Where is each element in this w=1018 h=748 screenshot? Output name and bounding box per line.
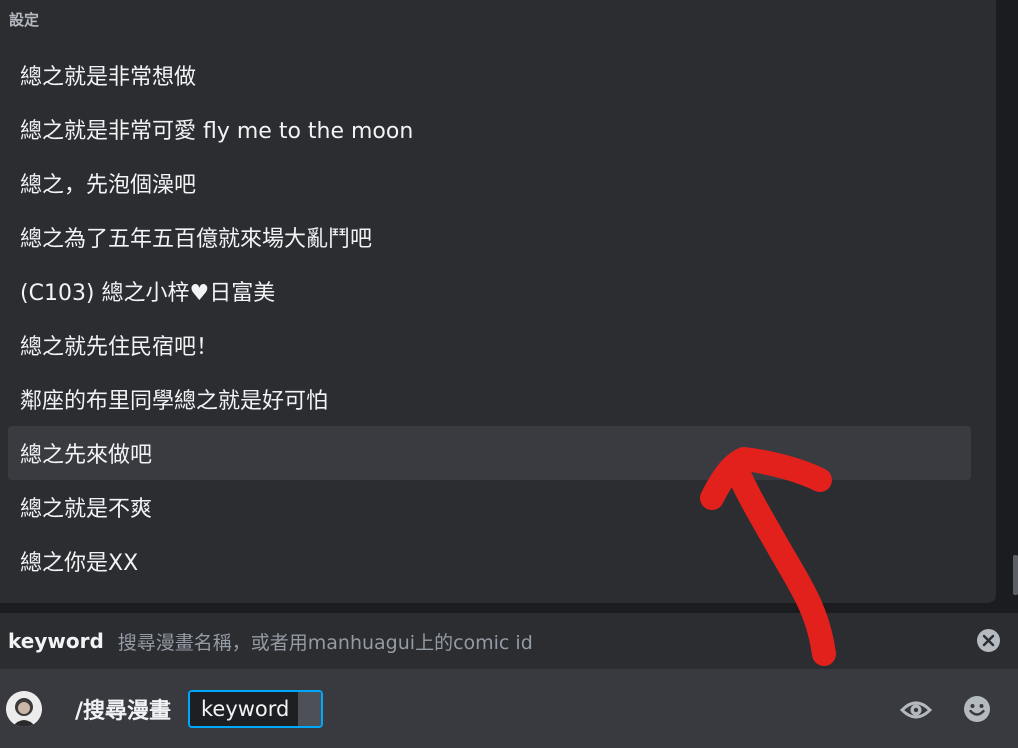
parameter-hint-bar: keyword 搜尋漫畫名稱，或者用manhuagui上的comic id <box>0 613 1018 669</box>
parameter-description: 搜尋漫畫名稱，或者用manhuagui上的comic id <box>117 631 533 654</box>
autocomplete-option[interactable]: 總之，先泡個澡吧 <box>8 156 971 210</box>
avatar[interactable] <box>6 691 42 727</box>
autocomplete-option[interactable]: 總之就先住民宿吧！ <box>8 318 971 372</box>
command-option-value-input[interactable] <box>298 692 321 726</box>
autocomplete-option[interactable]: 總之你是XX <box>8 534 971 588</box>
emoji-icon[interactable] <box>963 695 991 723</box>
autocomplete-options: 總之就是非常想做 總之就是非常可愛 fly me to the moon 總之，… <box>8 48 971 588</box>
autocomplete-option[interactable]: 總之就是不爽 <box>8 480 971 534</box>
close-icon[interactable] <box>977 629 1000 652</box>
parameter-name: keyword <box>8 629 104 653</box>
discord-window: 設定 總之就是非常想做 總之就是非常可愛 fly me to the moon … <box>0 0 1018 748</box>
autocomplete-option-selected[interactable]: 總之先來做吧 <box>8 426 971 480</box>
command-option-label: keyword <box>190 692 298 726</box>
autocomplete-option[interactable]: 總之為了五年五百億就來場大亂鬥吧 <box>8 210 971 264</box>
eye-icon[interactable] <box>899 695 933 725</box>
autocomplete-option[interactable]: (C103) 總之小梓♥日富美 <box>8 264 971 318</box>
autocomplete-option[interactable]: 總之就是非常可愛 fly me to the moon <box>8 102 971 156</box>
popup-header: 設定 <box>9 11 40 29</box>
autocomplete-option[interactable]: 總之就是非常想做 <box>8 48 971 102</box>
slash-command-name: /搜尋漫畫 <box>75 699 172 724</box>
scrollbar-thumb[interactable] <box>1013 555 1018 595</box>
autocomplete-option[interactable]: 鄰座的布里同學總之就是好可怕 <box>8 372 971 426</box>
command-option-pill[interactable]: keyword <box>188 690 323 728</box>
autocomplete-popup: 設定 總之就是非常想做 總之就是非常可愛 fly me to the moon … <box>0 0 996 603</box>
message-input-bar: /搜尋漫畫 keyword <box>0 669 1018 748</box>
